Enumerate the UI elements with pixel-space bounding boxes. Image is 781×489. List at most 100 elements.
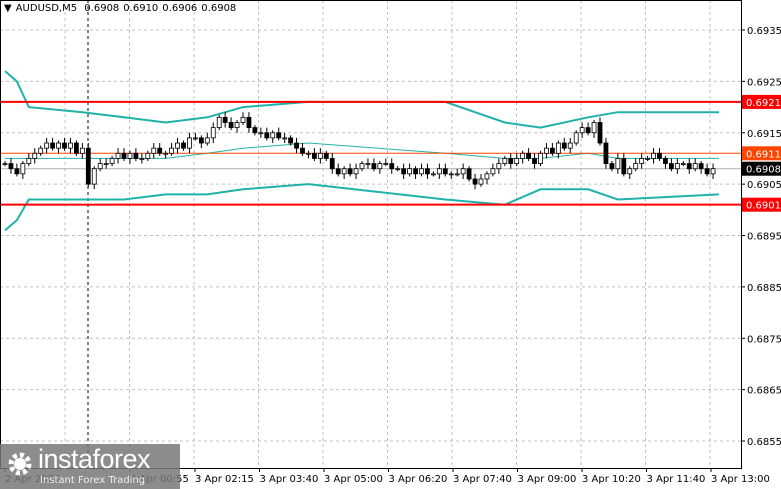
bull-candle	[436, 168, 442, 175]
bull-candle	[282, 137, 288, 140]
bull-candle	[674, 163, 680, 170]
bear-candle	[14, 168, 20, 175]
bull-candle	[579, 127, 585, 134]
bear-candle	[50, 142, 55, 149]
bull-candle	[645, 158, 650, 160]
bear-candle	[371, 163, 377, 170]
bull-candle	[555, 142, 561, 154]
bull-candle	[407, 168, 413, 175]
bull-candle	[633, 163, 639, 170]
bull-candle	[377, 163, 383, 170]
logo-tagline: Instant Forex Trading	[40, 475, 146, 486]
bear-candle	[550, 147, 555, 154]
bull-candle	[139, 158, 145, 160]
bull-candle	[204, 137, 210, 144]
bear-candle	[585, 127, 591, 134]
price-chart[interactable]: 0.6935 0.6925 0.6915 0.6905 0.6895 0.6885 0.68…	[0, 0, 781, 489]
bear-candle	[181, 142, 186, 149]
bear-candle	[425, 168, 430, 175]
price-tag-label: 0.6921	[746, 98, 781, 109]
bear-candle	[389, 163, 395, 170]
bull-candle	[109, 158, 115, 164]
bull-candle	[38, 147, 44, 154]
bull-candle	[651, 152, 656, 159]
bull-candle	[234, 122, 240, 129]
bull-candle	[2, 163, 8, 165]
bull-candle	[490, 168, 496, 175]
bear-candle	[597, 122, 603, 144]
low-value: 0.6906	[162, 3, 198, 14]
bear-candle	[246, 116, 252, 129]
bull-candle	[359, 163, 365, 170]
x-tick-label: 3 Apr 03:40	[260, 474, 319, 485]
bull-candle	[317, 152, 323, 159]
y-tick-label: 0.6915	[747, 129, 781, 140]
bull-candle	[79, 147, 85, 154]
bull-candle	[216, 116, 222, 129]
bull-candle	[383, 163, 389, 165]
bull-candle	[478, 178, 484, 185]
bear-candle	[442, 168, 448, 175]
bull-candle	[591, 122, 597, 134]
bear-candle	[335, 168, 341, 175]
price-tag-label: 0.6911	[746, 149, 781, 160]
x-tick-label: 3 Apr 09:00	[518, 474, 577, 485]
bull-candle	[26, 158, 32, 164]
high-value: 0.6910	[123, 3, 159, 14]
bull-candle	[169, 147, 175, 154]
price-tag-label: 0.6908	[746, 165, 781, 176]
bull-candle	[97, 163, 103, 170]
bull-candle	[365, 163, 371, 165]
price-tag-label: 0.6901	[746, 201, 781, 212]
bull-candle	[103, 163, 109, 165]
bull-candle	[163, 152, 169, 155]
bull-candle	[341, 168, 347, 175]
bear-candle	[8, 163, 14, 170]
bull-candle	[353, 168, 359, 175]
bull-candle	[395, 168, 401, 171]
bear-candle	[466, 168, 472, 180]
bull-candle	[68, 142, 73, 149]
bear-candle	[329, 158, 335, 170]
bull-candle	[127, 152, 133, 159]
bear-candle	[401, 168, 407, 175]
bull-candle	[639, 158, 645, 164]
bull-candle	[573, 132, 579, 144]
bear-candle	[252, 127, 258, 134]
bear-candle	[198, 137, 204, 144]
logo-brand: instaforex	[38, 444, 151, 474]
bull-candle	[430, 173, 436, 176]
bear-candle	[300, 147, 305, 154]
y-tick-label: 0.6885	[747, 283, 781, 294]
bear-candle	[621, 158, 627, 175]
y-tick-label: 0.6895	[747, 232, 781, 243]
bull-candle	[538, 152, 543, 164]
collapse-triangle-icon[interactable]: ▼	[4, 3, 12, 14]
y-tick-label: 0.6905	[747, 180, 781, 191]
bull-candle	[91, 168, 97, 185]
bollinger-bands	[4, 70, 720, 232]
bull-candle	[32, 152, 38, 159]
bull-candle	[115, 152, 121, 159]
bull-candle	[567, 142, 573, 149]
bollinger-upper	[4, 70, 719, 129]
x-tick-label: 3 Apr 02:15	[195, 474, 254, 485]
bull-candle	[496, 163, 502, 170]
bull-candle	[710, 168, 716, 175]
bull-candle	[484, 173, 490, 180]
candles	[2, 112, 716, 190]
bear-candle	[669, 163, 674, 170]
bear-candle	[276, 132, 282, 139]
bear-candle	[698, 163, 704, 170]
bull-candle	[258, 132, 264, 135]
grid	[0, 0, 741, 468]
bull-candle	[240, 116, 246, 123]
bull-candle	[544, 147, 549, 154]
bear-candle	[133, 152, 139, 159]
x-tick-label: 3 Apr 05:00	[324, 474, 383, 485]
x-tick-label: 3 Apr 11:40	[647, 474, 706, 485]
bull-candle	[627, 168, 633, 175]
bull-candle	[460, 168, 466, 175]
bollinger-lower	[4, 183, 720, 232]
bear-candle	[85, 147, 91, 185]
